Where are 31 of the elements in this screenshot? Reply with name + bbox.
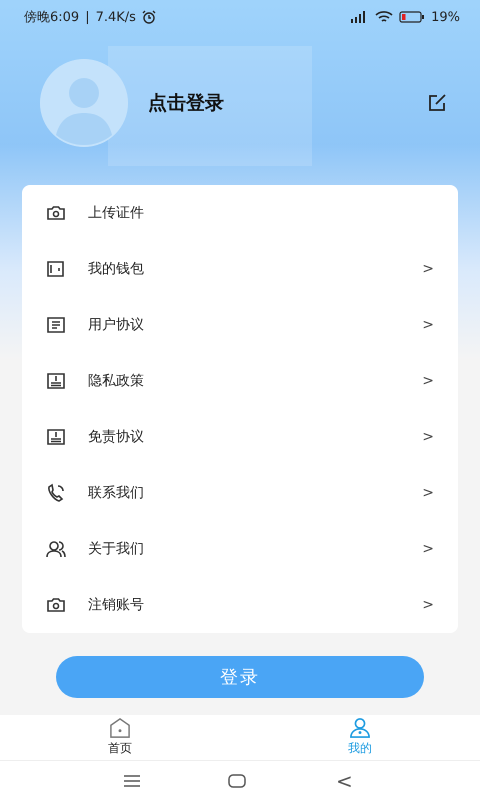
battery-percent: 19% [431, 10, 460, 24]
network-speed: 7.4K/s [96, 10, 136, 24]
menu-item[interactable]: 隐私政策 > [22, 353, 458, 409]
back-button[interactable]: < [332, 768, 357, 792]
home-button-icon[interactable] [228, 774, 246, 788]
wallet-icon [46, 259, 66, 279]
wifi-icon [375, 10, 394, 24]
menu-item[interactable]: 关于我们 > [22, 521, 458, 577]
battery-icon [399, 11, 426, 23]
separator: | [85, 10, 90, 24]
menu-icon[interactable] [123, 774, 142, 788]
menu-item[interactable]: 免责协议 > [22, 409, 458, 465]
home-icon [109, 718, 131, 738]
camera-icon [46, 595, 66, 615]
tab-item[interactable]: 首页 [0, 715, 240, 760]
menu-item[interactable]: 注销账号 > [22, 577, 458, 633]
login-prompt[interactable]: 点击登录 [148, 90, 428, 116]
status-time: 傍晚6:09 [24, 9, 80, 26]
user-icon [349, 718, 371, 738]
people-icon [46, 539, 66, 559]
edit-icon[interactable] [428, 94, 448, 112]
phone-icon [46, 483, 66, 503]
notice-icon [46, 371, 66, 391]
alarm-icon [142, 10, 156, 24]
camera-icon [46, 203, 66, 223]
menu-item[interactable]: 我的钱包 > [22, 241, 458, 297]
menu-item[interactable]: 联系我们 > [22, 465, 458, 521]
document-icon [46, 315, 66, 335]
notice-icon [46, 427, 66, 447]
menu-item[interactable]: 上传证件 [22, 185, 458, 241]
menu-item[interactable]: 用户协议 > [22, 297, 458, 353]
